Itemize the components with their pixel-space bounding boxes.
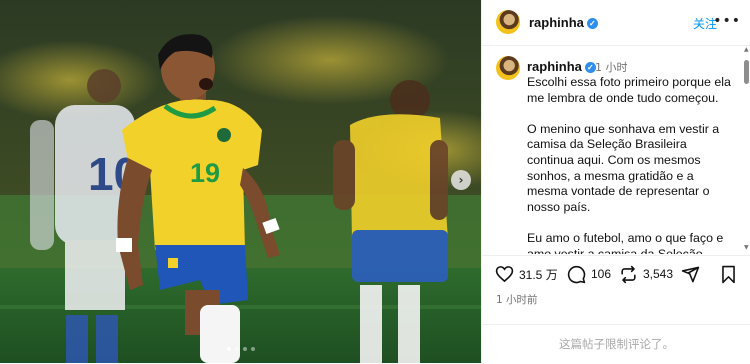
repost-count: 3,543 [643, 267, 674, 281]
carousel-dot [226, 347, 231, 351]
comment-count: 106 [591, 267, 612, 281]
jersey-number: 19 [190, 158, 220, 188]
username-text: raphinha [527, 59, 582, 74]
caption-paragraph: Eu amo o futebol, amo o que faço e amo v… [527, 230, 724, 254]
action-bar: 31.5 万 106 3,543 [482, 255, 750, 296]
repost-button[interactable]: 3,543 [619, 264, 673, 284]
avatar[interactable] [496, 10, 520, 34]
scroll-down-arrow-icon[interactable]: ▼ [744, 244, 749, 251]
like-count: 31.5 万 [519, 267, 558, 282]
verified-badge-icon: ✓ [586, 18, 598, 29]
post-side-panel: raphinha ✓ 关注 ••• raphinha ✓ 1 小时 Escolhi … [481, 0, 750, 363]
like-button[interactable]: 31.5 万 [495, 264, 558, 284]
heart-icon [495, 266, 514, 283]
scroll-thumb[interactable] [744, 60, 749, 84]
post-timestamp: 1 小时前 [496, 294, 538, 306]
caption-username[interactable]: raphinha ✓ [527, 59, 596, 74]
caption-paragraph: O menino que sonhava em vestir a camisa … [527, 121, 720, 214]
save-button[interactable] [720, 264, 737, 284]
post-photo: 10 19 › [0, 0, 481, 363]
carousel-dot [234, 347, 239, 351]
username-text: raphinha [529, 15, 584, 30]
avatar[interactable] [496, 56, 520, 80]
repost-icon [621, 265, 636, 283]
caption-text: Escolhi essa foto primeiro porque ela me… [527, 75, 732, 254]
send-icon [681, 266, 700, 282]
comment-button[interactable]: 106 [567, 264, 611, 284]
comments-limited-notice: 这篇帖子限制评论了。 [559, 337, 674, 351]
caption-scrollbar[interactable]: ▲ ▼ [743, 46, 750, 254]
share-button[interactable] [681, 264, 700, 284]
caption-section: raphinha ✓ 1 小时 Escolhi essa foto primeir… [482, 46, 750, 254]
comment-icon [567, 265, 586, 283]
comment-footer: 这篇帖子限制评论了。 [482, 324, 750, 364]
carousel-dot [242, 347, 247, 351]
more-horizontal-icon[interactable]: ••• [713, 13, 741, 29]
caption-paragraph: Escolhi essa foto primeiro porque ela me… [527, 75, 731, 105]
post-header: raphinha ✓ 关注 ••• [482, 0, 750, 46]
caption-time: 1 小时 [595, 61, 628, 74]
carousel-next-button[interactable]: › [451, 170, 471, 190]
username-link[interactable]: raphinha ✓ [529, 15, 598, 30]
carousel-indicator [0, 347, 481, 351]
carousel-dot [250, 347, 255, 351]
bookmark-icon [722, 265, 735, 283]
scroll-up-arrow-icon[interactable]: ▲ [744, 46, 749, 53]
football-celebration-image: 10 19 [0, 0, 481, 363]
